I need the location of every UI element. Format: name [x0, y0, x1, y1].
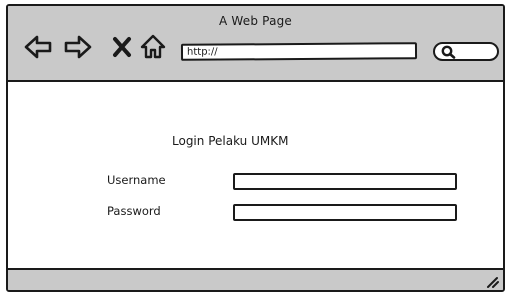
search-icon	[441, 45, 456, 59]
address-bar-text: http://	[186, 46, 218, 58]
username-label: Username	[107, 173, 166, 187]
resize-grip-icon[interactable]	[485, 274, 499, 288]
password-field[interactable]	[233, 204, 457, 221]
home-icon[interactable]	[140, 34, 166, 60]
status-bar	[8, 268, 503, 290]
username-field[interactable]	[233, 173, 457, 190]
login-heading: Login Pelaku UMKM	[172, 134, 289, 148]
window-title: A Web Page	[218, 14, 293, 28]
close-icon[interactable]	[112, 34, 132, 60]
password-label: Password	[107, 204, 161, 218]
forward-arrow-icon[interactable]	[64, 34, 92, 60]
address-bar[interactable]: http://	[180, 42, 418, 61]
browser-window: A Web Page http:// Login Pelaku UMKM Use…	[6, 4, 505, 292]
browser-toolbar: A Web Page http://	[8, 6, 503, 82]
back-arrow-icon[interactable]	[24, 34, 52, 60]
search-box[interactable]	[433, 42, 499, 61]
page-content: Login Pelaku UMKM Username Password	[8, 82, 503, 270]
